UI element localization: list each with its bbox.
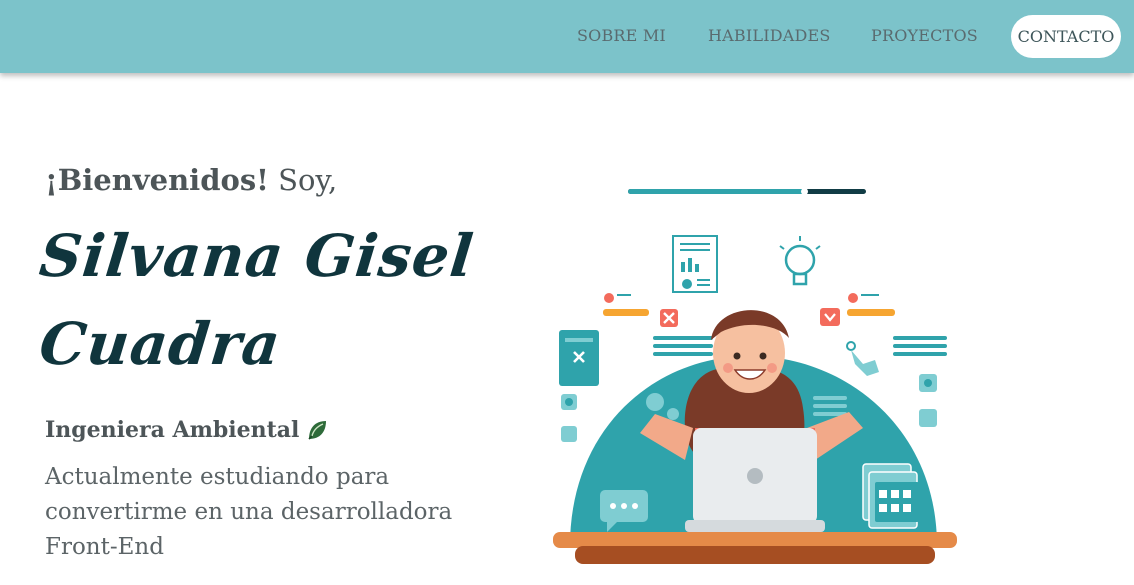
welcome-bold-text: ¡Bienvenidos! bbox=[45, 163, 269, 197]
settings-gear-left-icon bbox=[603, 293, 649, 316]
text-lines-left bbox=[653, 336, 713, 356]
top-navbar: SOBRE MI HABILIDADES PROYECTOS CONTACTO bbox=[0, 0, 1134, 73]
favorite-box-icon bbox=[820, 308, 840, 326]
profession-text: Ingeniera Ambiental bbox=[45, 417, 300, 443]
text-lines-right bbox=[893, 336, 947, 356]
progress-knob bbox=[801, 188, 809, 195]
hero-description: Actualmente estudiando para convertirme … bbox=[45, 464, 453, 560]
nav-link-proyectos[interactable]: PROYECTOS bbox=[871, 26, 978, 45]
name-line-2: Cuadra bbox=[36, 310, 285, 378]
pointer-hand-icon bbox=[846, 341, 879, 376]
list-on-dome-icon bbox=[813, 396, 847, 416]
settings-gear-right-icon bbox=[847, 293, 895, 316]
gear-small-left-icon bbox=[561, 394, 577, 442]
nav-link-habilidades[interactable]: HABILIDADES bbox=[708, 26, 831, 45]
progress-bar bbox=[628, 188, 866, 195]
profession-title: Ingeniera Ambiental bbox=[45, 417, 329, 443]
lightbulb-icon bbox=[779, 236, 821, 286]
welcome-heading: ¡Bienvenidos! Soy, bbox=[45, 163, 337, 197]
desk-surface bbox=[553, 532, 957, 564]
name-line-1: Silvana Gisel bbox=[36, 222, 477, 290]
progress-fill bbox=[628, 189, 805, 194]
laptop-icon bbox=[685, 428, 825, 532]
developer-illustration bbox=[553, 235, 957, 564]
window-stack-icon bbox=[862, 463, 919, 529]
leaf-icon bbox=[305, 418, 329, 442]
gear-small-right-icon bbox=[919, 374, 937, 427]
file-icon bbox=[559, 330, 599, 386]
nav-link-sobre-mi[interactable]: SOBRE MI bbox=[577, 26, 666, 45]
report-document-icon bbox=[672, 235, 718, 293]
welcome-rest-text: Soy, bbox=[268, 163, 338, 197]
close-box-icon bbox=[660, 309, 678, 327]
nav-link-contacto[interactable]: CONTACTO bbox=[1011, 15, 1121, 58]
